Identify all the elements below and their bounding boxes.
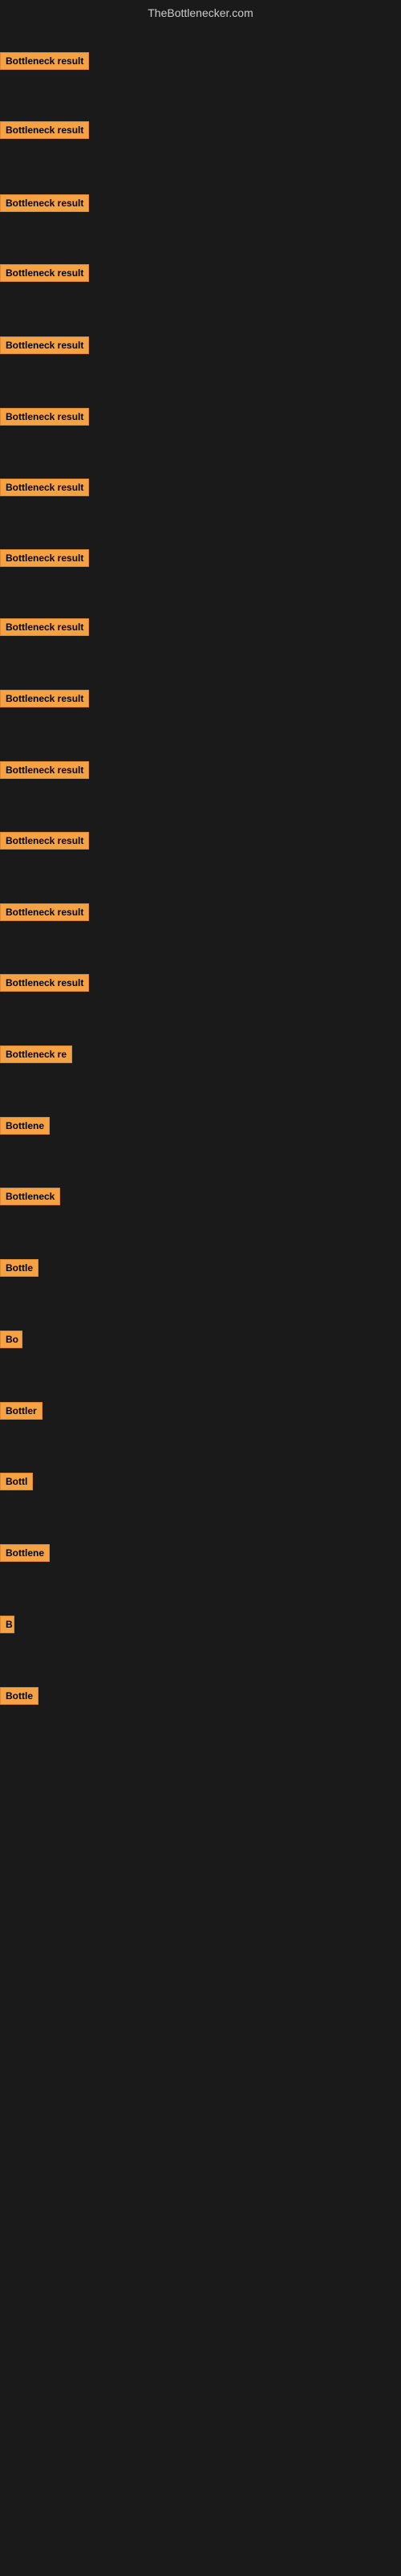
bottleneck-badge-2: Bottleneck result [0,121,89,139]
bottleneck-badge-15: Bottleneck re [0,1045,72,1063]
bottleneck-badge-18: Bottle [0,1259,38,1277]
bottleneck-result-item-20[interactable]: Bottler [0,1402,43,1424]
bottleneck-result-item-11[interactable]: Bottleneck result [0,761,89,783]
bottleneck-result-item-24[interactable]: Bottle [0,1687,38,1709]
bottleneck-result-item-8[interactable]: Bottleneck result [0,549,89,571]
bottleneck-result-item-18[interactable]: Bottle [0,1259,38,1281]
site-title: TheBottlenecker.com [0,0,401,22]
bottleneck-badge-16: Bottlene [0,1117,50,1135]
bottleneck-badge-23: B [0,1616,14,1633]
bottleneck-result-item-23[interactable]: B [0,1616,14,1637]
bottleneck-result-item-16[interactable]: Bottlene [0,1117,50,1139]
bottleneck-result-item-15[interactable]: Bottleneck re [0,1045,72,1067]
bottleneck-badge-1: Bottleneck result [0,52,89,70]
bottleneck-badge-19: Bo [0,1331,22,1348]
bottleneck-badge-7: Bottleneck result [0,479,89,496]
bottleneck-badge-5: Bottleneck result [0,336,89,354]
bottleneck-badge-14: Bottleneck result [0,974,89,992]
bottleneck-badge-11: Bottleneck result [0,761,89,779]
bottleneck-badge-8: Bottleneck result [0,549,89,567]
bottleneck-badge-12: Bottleneck result [0,832,89,850]
bottleneck-result-item-21[interactable]: Bottl [0,1473,33,1494]
bottleneck-badge-20: Bottler [0,1402,43,1420]
bottleneck-result-item-6[interactable]: Bottleneck result [0,408,89,430]
bottleneck-result-item-14[interactable]: Bottleneck result [0,974,89,996]
bottleneck-result-item-7[interactable]: Bottleneck result [0,479,89,500]
bottleneck-badge-17: Bottleneck [0,1188,60,1205]
bottleneck-result-item-4[interactable]: Bottleneck result [0,264,89,286]
bottleneck-badge-24: Bottle [0,1687,38,1705]
bottleneck-result-item-22[interactable]: Bottlene [0,1544,50,1566]
bottleneck-result-item-12[interactable]: Bottleneck result [0,832,89,854]
bottleneck-result-item-9[interactable]: Bottleneck result [0,618,89,640]
bottleneck-result-item-3[interactable]: Bottleneck result [0,194,89,216]
bottleneck-result-item-19[interactable]: Bo [0,1331,22,1352]
bottleneck-badge-6: Bottleneck result [0,408,89,426]
bottleneck-result-item-17[interactable]: Bottleneck [0,1188,60,1209]
bottleneck-result-item-10[interactable]: Bottleneck result [0,690,89,711]
bottleneck-badge-10: Bottleneck result [0,690,89,707]
bottleneck-badge-9: Bottleneck result [0,618,89,636]
bottleneck-badge-3: Bottleneck result [0,194,89,212]
bottleneck-badge-13: Bottleneck result [0,903,89,921]
bottleneck-result-item-13[interactable]: Bottleneck result [0,903,89,925]
bottleneck-badge-22: Bottlene [0,1544,50,1562]
bottleneck-result-item-1[interactable]: Bottleneck result [0,52,89,74]
bottleneck-badge-21: Bottl [0,1473,33,1490]
bottleneck-result-item-5[interactable]: Bottleneck result [0,336,89,358]
bottleneck-badge-4: Bottleneck result [0,264,89,282]
bottleneck-result-item-2[interactable]: Bottleneck result [0,121,89,143]
